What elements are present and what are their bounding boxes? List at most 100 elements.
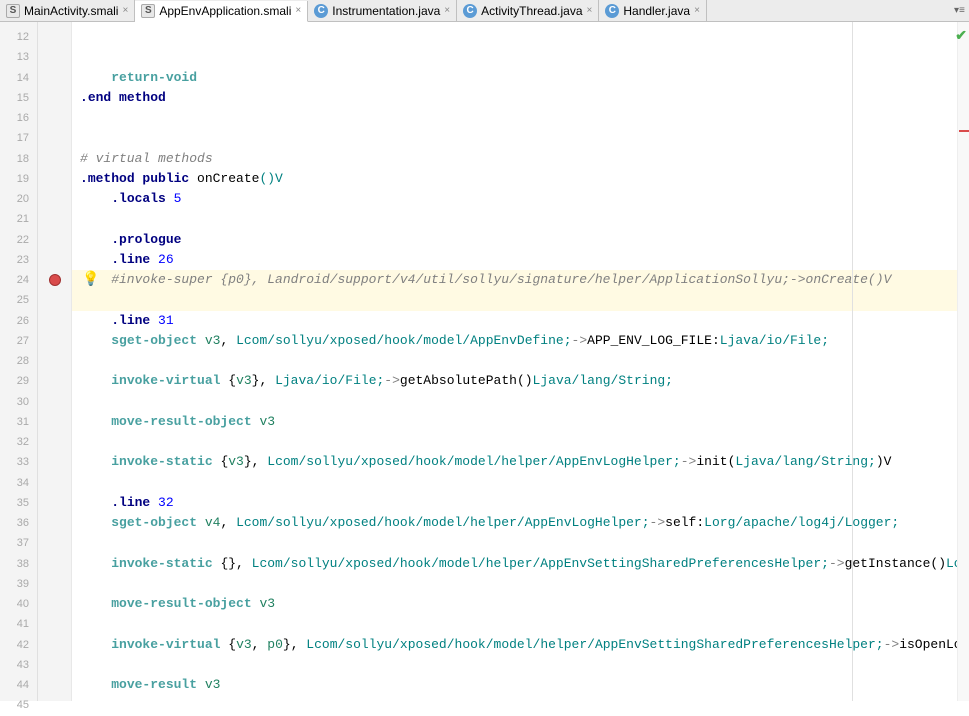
breakpoint-slot[interactable] [38,371,71,391]
code-line[interactable] [72,432,969,452]
breakpoint-slot[interactable] [38,311,71,331]
breakpoint-slot[interactable] [38,574,71,594]
line-number[interactable]: 28 [0,351,37,371]
breakpoint-slot[interactable] [38,108,71,128]
code-line[interactable]: sget-object v4, Lcom/sollyu/xposed/hook/… [72,513,969,533]
breakpoint-slot[interactable] [38,554,71,574]
close-icon[interactable]: × [587,5,593,16]
breakpoint-slot[interactable] [38,209,71,229]
breakpoint-slot[interactable] [38,452,71,472]
breakpoint-slot[interactable] [38,655,71,675]
file-tab[interactable]: CHandler.java× [599,0,707,21]
code-line[interactable]: move-result-object v3 [72,412,969,432]
code-line[interactable]: .line 26 [72,250,969,270]
code-line[interactable] [72,128,969,148]
breakpoint-slot[interactable] [38,270,71,290]
code-line[interactable]: #invoke-super {p0}, Landroid/support/v4/… [72,270,969,290]
line-number[interactable]: 14 [0,68,37,88]
breakpoint-slot[interactable] [38,675,71,695]
file-tab[interactable]: SAppEnvApplication.smali× [135,1,308,22]
code-line[interactable]: .prologue [72,230,969,250]
breakpoint-slot[interactable] [38,614,71,634]
tab-overflow-button[interactable]: ▾≡ [950,5,969,17]
breakpoint-slot[interactable] [38,513,71,533]
line-number[interactable]: 27 [0,331,37,351]
breakpoint-slot[interactable] [38,250,71,270]
code-line[interactable]: move-result v3 [72,675,969,695]
error-stripe[interactable] [957,22,969,701]
breakpoint-slot[interactable] [38,412,71,432]
line-number[interactable]: 16 [0,108,37,128]
code-area[interactable]: return-void.end method # virtual methods.… [72,22,969,701]
line-number[interactable]: 13 [0,47,37,67]
breakpoint-slot[interactable] [38,635,71,655]
code-line[interactable]: move-result-object v3 [72,594,969,614]
close-icon[interactable]: × [122,5,128,16]
line-number[interactable]: 20 [0,189,37,209]
breakpoint-slot[interactable] [38,594,71,614]
code-line[interactable]: invoke-virtual {v3}, Ljava/io/File;->get… [72,371,969,391]
breakpoint-slot[interactable] [38,695,71,715]
line-number[interactable]: 45 [0,695,37,715]
breakpoint-slot[interactable] [38,331,71,351]
line-number[interactable]: 37 [0,533,37,553]
breakpoint-slot[interactable] [38,88,71,108]
line-number[interactable]: 34 [0,473,37,493]
line-number[interactable]: 33 [0,452,37,472]
breakpoint-slot[interactable] [38,533,71,553]
line-number[interactable]: 40 [0,594,37,614]
breakpoint-slot[interactable] [38,290,71,310]
code-line[interactable] [72,47,969,67]
code-line[interactable] [72,533,969,553]
breakpoint-slot[interactable] [38,27,71,47]
code-line[interactable] [72,290,969,310]
code-line[interactable]: # virtual methods [72,149,969,169]
code-line[interactable] [72,351,969,371]
code-line[interactable] [72,473,969,493]
breakpoint-slot[interactable] [38,351,71,371]
code-line[interactable]: .end method [72,88,969,108]
breakpoint-slot[interactable] [38,169,71,189]
line-number[interactable]: 17 [0,128,37,148]
close-icon[interactable]: × [295,5,301,16]
code-line[interactable] [72,614,969,634]
code-line[interactable]: .line 31 [72,311,969,331]
line-number[interactable]: 12 [0,27,37,47]
line-number[interactable]: 35 [0,493,37,513]
line-number[interactable]: 39 [0,574,37,594]
breakpoint-gutter[interactable] [38,22,72,701]
line-number[interactable]: 43 [0,655,37,675]
line-number[interactable]: 31 [0,412,37,432]
code-line[interactable]: invoke-static {v3}, Lcom/sollyu/xposed/h… [72,452,969,472]
line-number[interactable]: 15 [0,88,37,108]
line-number[interactable]: 30 [0,392,37,412]
code-line[interactable] [72,655,969,675]
close-icon[interactable]: × [694,5,700,16]
line-number[interactable]: 29 [0,371,37,391]
breakpoint-slot[interactable] [38,230,71,250]
intention-bulb-icon[interactable]: 💡 [82,271,99,288]
breakpoint-slot[interactable] [38,189,71,209]
code-line[interactable]: return-void [72,68,969,88]
close-icon[interactable]: × [444,5,450,16]
line-number[interactable]: 18 [0,149,37,169]
code-line[interactable] [72,108,969,128]
line-number[interactable]: 24 [0,270,37,290]
breakpoint-slot[interactable] [38,128,71,148]
code-line[interactable]: .method public onCreate()V [72,169,969,189]
code-line[interactable] [72,27,969,47]
breakpoint-slot[interactable] [38,493,71,513]
code-line[interactable]: .line 32 [72,493,969,513]
line-number[interactable]: 44 [0,675,37,695]
breakpoint-slot[interactable] [38,47,71,67]
line-number[interactable]: 25 [0,290,37,310]
file-tab[interactable]: SMainActivity.smali× [0,0,135,21]
code-line[interactable] [72,209,969,229]
line-number[interactable]: 23 [0,250,37,270]
line-number[interactable]: 38 [0,554,37,574]
breakpoint-slot[interactable] [38,68,71,88]
code-line[interactable]: invoke-static {}, Lcom/sollyu/xposed/hoo… [72,554,969,574]
breakpoint-slot[interactable] [38,473,71,493]
breakpoint-slot[interactable] [38,432,71,452]
code-line[interactable] [72,574,969,594]
